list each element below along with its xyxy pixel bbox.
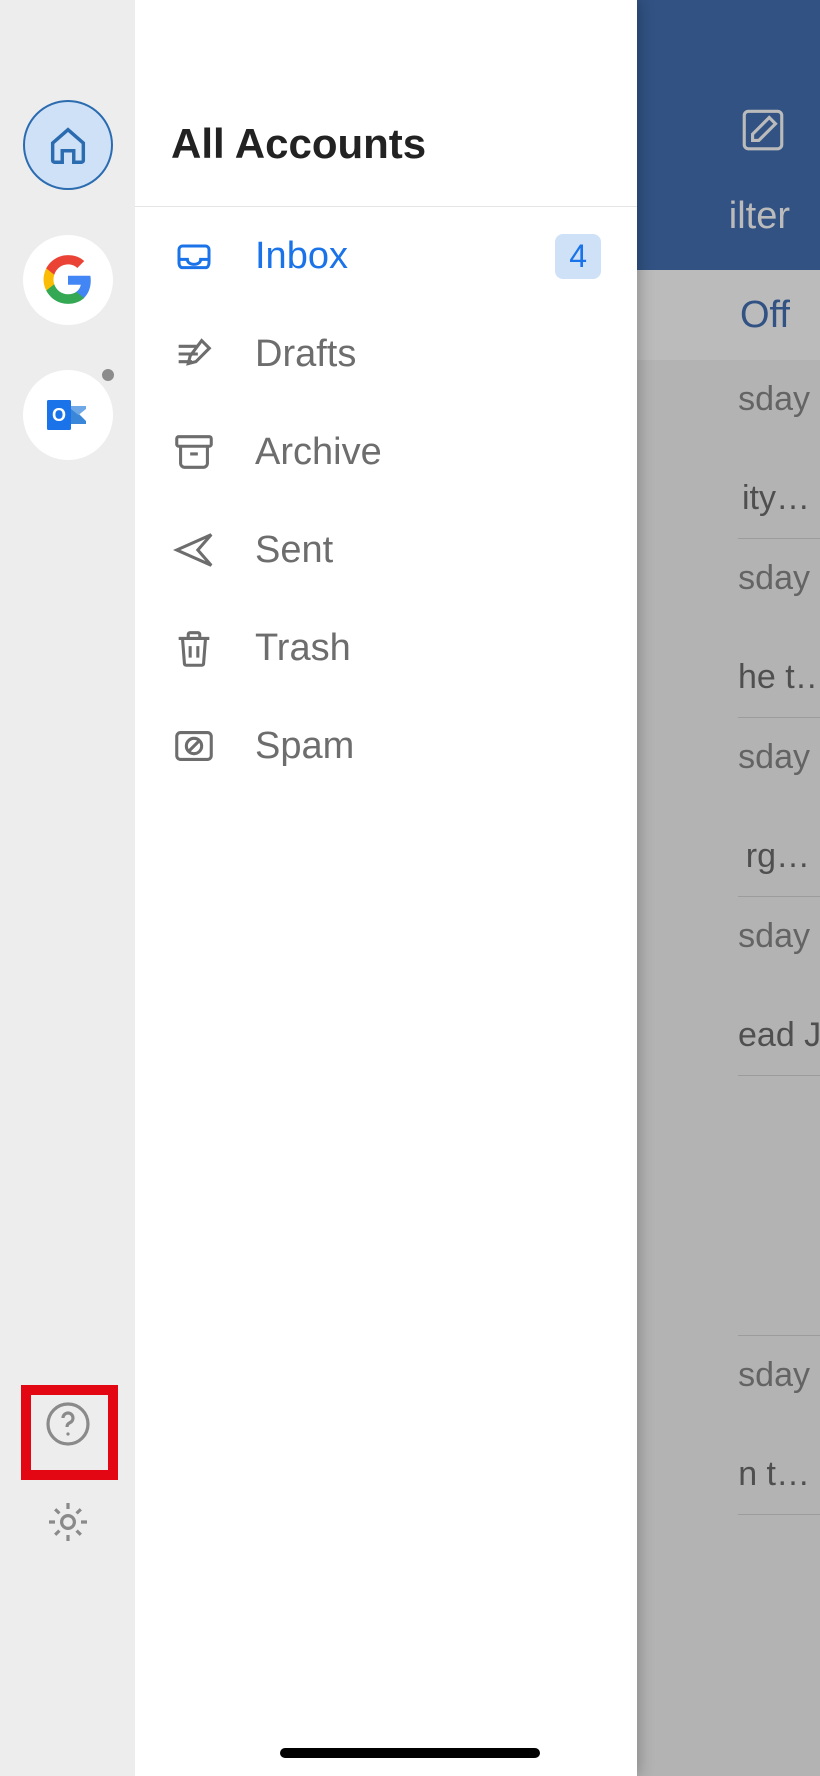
folder-item-archive[interactable]: Archive (135, 403, 637, 501)
navigation-drawer: O All Account (0, 0, 637, 1776)
folder-item-sent[interactable]: Sent (135, 501, 637, 599)
outlook-icon: O (44, 391, 92, 439)
folder-list: Inbox 4 Drafts (135, 207, 637, 795)
folder-label: Sent (255, 529, 601, 572)
drafts-icon (171, 331, 217, 377)
help-icon (44, 1400, 92, 1448)
folder-label: Archive (255, 431, 601, 474)
help-button[interactable] (44, 1400, 92, 1448)
account-google[interactable] (23, 235, 113, 325)
spam-icon (171, 723, 217, 769)
folder-header: All Accounts (135, 0, 637, 207)
svg-text:O: O (51, 405, 65, 425)
home-indicator[interactable] (280, 1748, 540, 1758)
trash-icon (171, 625, 217, 671)
folder-item-drafts[interactable]: Drafts (135, 305, 637, 403)
folder-item-trash[interactable]: Trash (135, 599, 637, 697)
home-icon (45, 122, 91, 168)
google-icon (42, 254, 94, 306)
folder-item-inbox[interactable]: Inbox 4 (135, 207, 637, 305)
status-dot-icon (99, 366, 117, 384)
drawer-title: All Accounts (171, 120, 601, 168)
account-strip: O (0, 0, 135, 1776)
settings-button[interactable] (44, 1498, 92, 1546)
folder-label: Inbox (255, 235, 517, 278)
folder-label: Trash (255, 627, 601, 670)
sent-icon (171, 527, 217, 573)
folder-label: Spam (255, 725, 601, 768)
folder-item-spam[interactable]: Spam (135, 697, 637, 795)
unread-badge: 4 (555, 234, 601, 279)
archive-icon (171, 429, 217, 475)
folder-panel: All Accounts Inbox 4 (135, 0, 637, 1776)
gear-icon (44, 1498, 92, 1546)
folder-label: Drafts (255, 333, 601, 376)
inbox-icon (171, 233, 217, 279)
account-all-home[interactable] (23, 100, 113, 190)
account-outlook[interactable]: O (23, 370, 113, 460)
